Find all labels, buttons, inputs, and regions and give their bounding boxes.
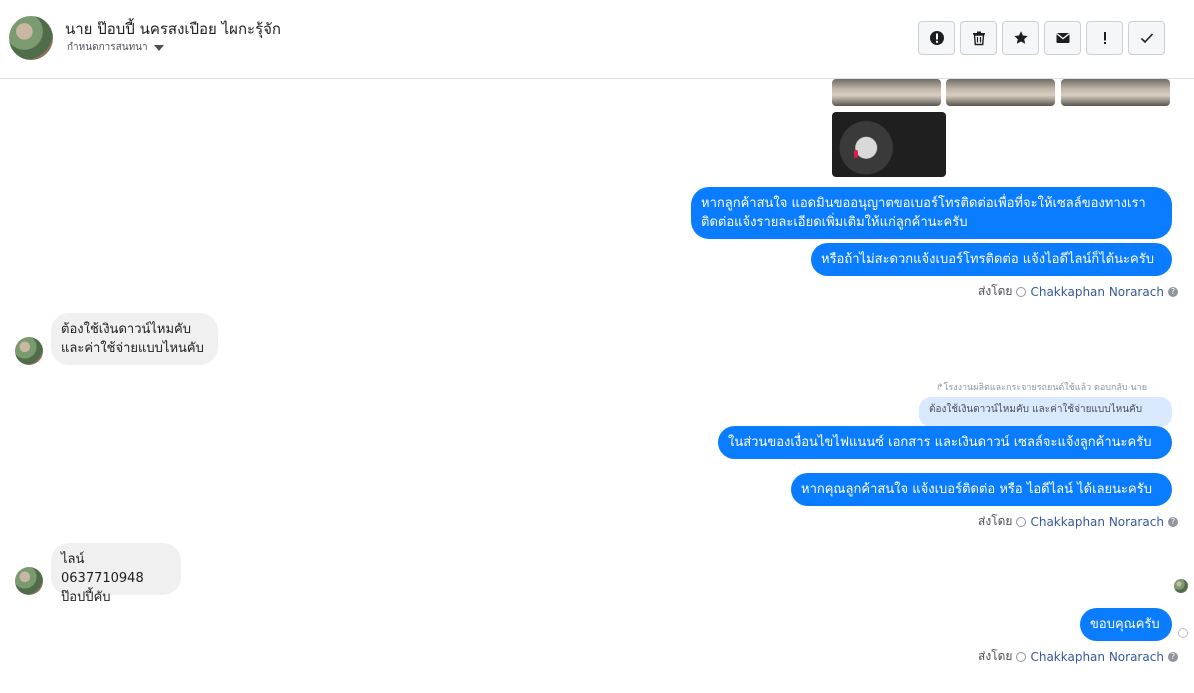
report-icon — [929, 31, 944, 45]
star-icon — [1013, 31, 1028, 44]
car-photo-thumbnail[interactable] — [1061, 79, 1170, 106]
reply-to-label: ↱โรงงานผลิตและกระจายรถยนต์ใช้แล้ว ตอบกลั… — [936, 383, 1147, 393]
verified-icon — [1016, 651, 1027, 662]
delete-button[interactable] — [960, 21, 997, 55]
sent-by-label: ส่งโดย Chakkaphan Norarach ? — [978, 647, 1178, 666]
important-button[interactable] — [1086, 21, 1123, 55]
important-icon — [1103, 32, 1106, 44]
outgoing-message[interactable]: หากคุณลูกค้าสนใจ แจ้งเบอร์ติดต่อ หรือ ไอ… — [791, 473, 1172, 506]
caret-down-icon — [153, 44, 164, 51]
trash-icon — [972, 31, 985, 46]
seen-avatar — [1174, 579, 1188, 593]
mail-icon — [1055, 33, 1070, 43]
sender-name[interactable]: Chakkaphan Norarach — [1030, 285, 1163, 299]
star-button[interactable] — [1002, 21, 1039, 55]
delivered-icon — [1178, 628, 1188, 638]
done-button[interactable] — [1128, 21, 1165, 55]
sender-name[interactable]: Chakkaphan Norarach — [1030, 650, 1163, 664]
contact-avatar-small[interactable] — [15, 567, 43, 595]
help-icon[interactable]: ? — [1167, 286, 1178, 297]
outgoing-message[interactable]: ขอบคุณครับ — [1080, 608, 1172, 641]
outgoing-message[interactable]: หรือถ้าไม่สะดวกแจ้งเบอร์โทรติดต่อ แจ้งไอ… — [811, 243, 1172, 276]
help-icon[interactable]: ? — [1167, 516, 1178, 527]
verified-icon — [1016, 286, 1027, 297]
report-button[interactable] — [918, 21, 955, 55]
mark-unread-button[interactable] — [1044, 21, 1081, 55]
quoted-message[interactable]: ต้องใช้เงินดาวน์ไหมคับ และค่าใช้จ่ายแบบไ… — [919, 397, 1172, 427]
sent-by-label: ส่งโดย Chakkaphan Norarach ? — [978, 282, 1178, 301]
sender-name[interactable]: Chakkaphan Norarach — [1030, 515, 1163, 529]
car-photo-thumbnail[interactable] — [946, 79, 1055, 106]
car-photo-thumbnail[interactable] — [832, 79, 941, 106]
contact-avatar-small[interactable] — [15, 337, 43, 365]
toolbar — [918, 21, 1165, 55]
check-icon — [1140, 33, 1153, 44]
dashboard-warning-light — [854, 150, 858, 158]
conversation-header: นาย ป๊อบปี้ นครสงเปือย ไผกะรุ้จัก กำหนดก… — [0, 0, 1194, 79]
contact-name[interactable]: นาย ป๊อบปี้ นครสงเปือย ไผกะรุ้จัก — [65, 17, 281, 41]
outgoing-message[interactable]: หากลูกค้าสนใจ แอดมินขออนุญาตขอเบอร์โทรติ… — [691, 187, 1172, 239]
sent-by-label: ส่งโดย Chakkaphan Norarach ? — [978, 512, 1178, 531]
contact-avatar[interactable] — [9, 16, 53, 60]
incoming-message[interactable]: ต้องใช้เงินดาวน์ไหมคับ และค่าใช้จ่ายแบบไ… — [51, 313, 218, 365]
car-dashboard-photo-thumbnail[interactable] — [832, 112, 946, 177]
help-icon[interactable]: ? — [1167, 651, 1178, 662]
conversation-settings-label: กำหนดการสนทนา — [67, 42, 148, 53]
outgoing-message[interactable]: ในส่วนของเงื่อนไขไฟแนนซ์ เอกสาร และเงินด… — [718, 426, 1172, 459]
conversation-settings[interactable]: กำหนดการสนทนา — [67, 40, 164, 55]
reply-arrow-icon: ↱ — [936, 383, 944, 393]
incoming-message[interactable]: ไลน์ 0637710948 ป๊อปปี้คับ — [51, 543, 181, 605]
verified-icon — [1016, 516, 1027, 527]
